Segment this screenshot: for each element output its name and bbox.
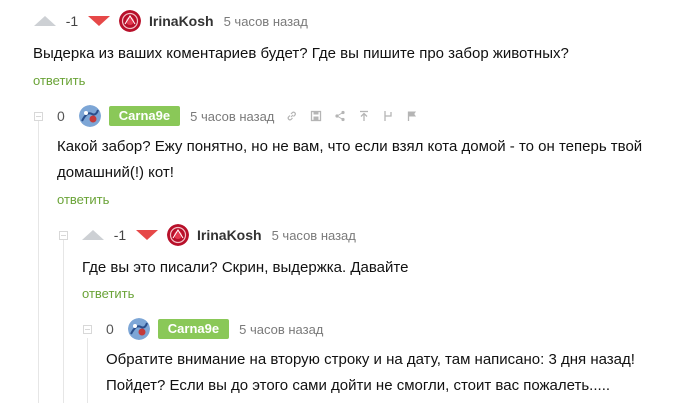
collapse-toggle[interactable] [34,111,43,121]
comment-header: -1 IrinaKosh 5 часов назад [59,223,356,247]
username[interactable]: Carna9e [108,106,181,126]
comment-text-line: Пойдет? Если вы до этого сами дойти не с… [106,377,611,394]
comment-header: -1 IrinaKosh 5 часов назад [34,9,308,33]
report-flag-icon[interactable] [406,110,418,122]
comment-text: Какой забор? Ежу понятно, но не вам, что… [57,134,642,186]
downvote-icon[interactable] [136,230,158,240]
share-icon[interactable] [334,110,346,122]
comment-time[interactable]: 5 часов назад [190,109,274,124]
comment-time[interactable]: 5 часов назад [239,322,323,337]
comment-header: 0 Carna9e 5 часов назад [83,317,323,341]
comment-text-line: домашний(!) кот! [57,164,174,181]
comment-text: Где вы это писали? Скрин, выдержка. Дава… [82,255,408,281]
username[interactable]: Carna9e [157,319,230,339]
collapse-toggle[interactable] [83,324,92,334]
comment-rating: 0 [106,321,114,337]
comment-text: Обратите внимание на вторую строку и на … [106,347,635,399]
avatar[interactable] [167,224,189,246]
comment-time[interactable]: 5 часов назад [272,228,356,243]
avatar[interactable] [119,10,141,32]
scroll-up-icon[interactable] [358,110,370,122]
comment-text-line: Где вы это писали? Скрин, выдержка. Дава… [82,259,409,276]
comment-tools [286,110,430,122]
thread-line [63,240,64,403]
thread-line [87,338,88,403]
comment-text-line: Обратите внимание на вторую строку и на … [106,351,635,368]
comment-text-line: Какой забор? Ежу понятно, но не вам, что… [57,138,643,155]
thread-line [38,120,39,403]
comment-rating: -1 [65,13,79,29]
reply-button[interactable]: ответить [82,286,134,301]
link-icon[interactable] [286,110,298,122]
comment-header: 0 Carna9e 5 часов назад [34,104,430,128]
reply-button[interactable]: ответить [33,73,85,88]
username[interactable]: IrinaKosh [197,227,262,243]
avatar[interactable] [127,318,150,340]
username[interactable]: IrinaKosh [149,13,214,29]
reply-button[interactable]: ответить [57,192,109,207]
comment-time[interactable]: 5 часов назад [224,14,308,29]
comment-text-line: Выдерка из ваших коментариев будет? Где … [33,45,569,62]
comment-text: Выдерка из ваших коментариев будет? Где … [33,41,569,67]
downvote-icon[interactable] [88,16,110,26]
avatar[interactable] [78,105,101,127]
upvote-icon[interactable] [82,230,104,240]
comment-rating: -1 [113,227,127,243]
save-icon[interactable] [310,110,322,122]
branch-icon[interactable] [382,110,394,122]
upvote-icon[interactable] [34,16,56,26]
collapse-toggle[interactable] [59,230,68,240]
comment-rating: 0 [57,108,65,124]
comments-thread: -1 IrinaKosh 5 часов назад Выдерка из ва… [0,0,700,403]
